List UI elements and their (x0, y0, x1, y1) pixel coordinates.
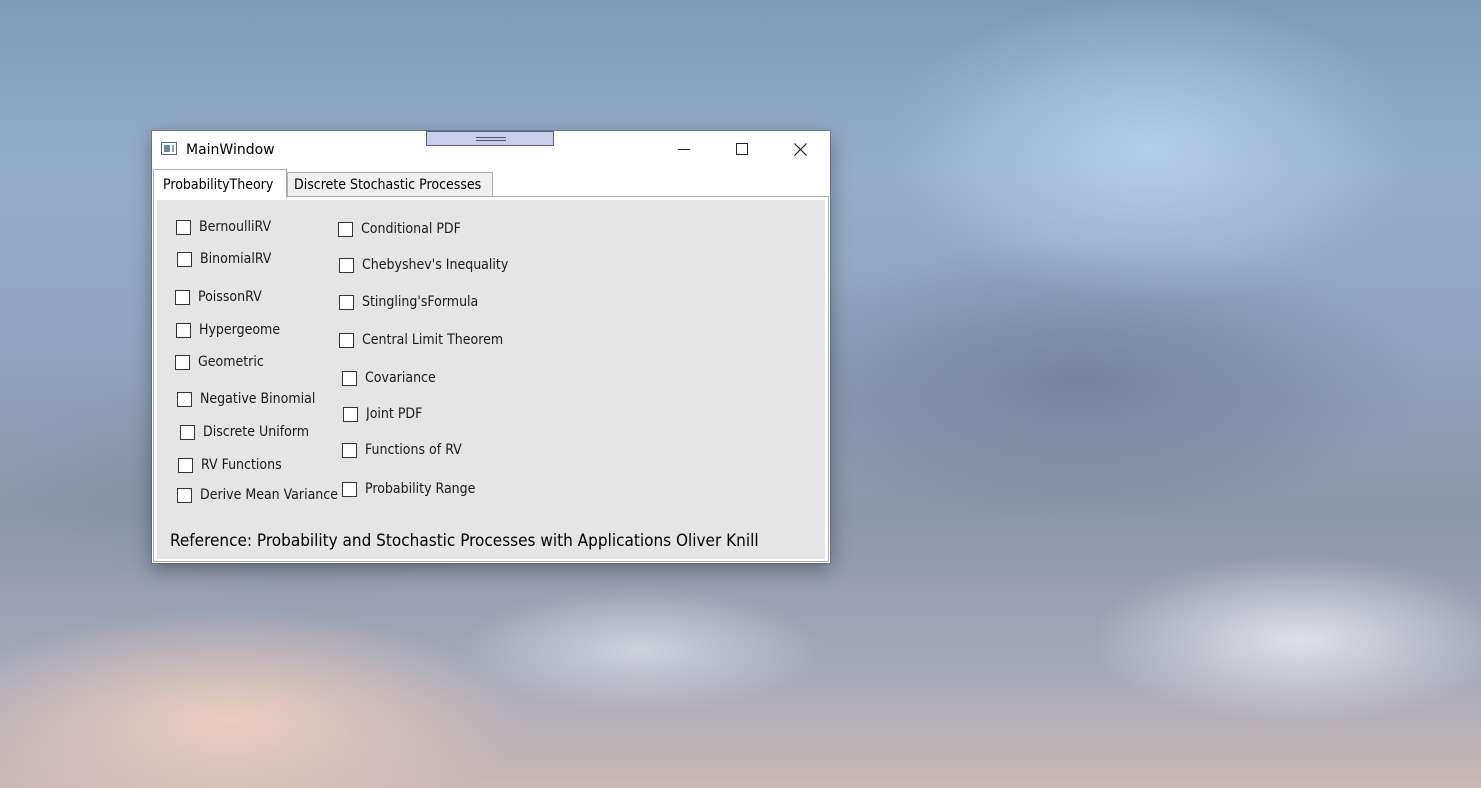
checkbox-box[interactable] (343, 406, 358, 422)
checkbox-probability-range[interactable]: Probability Range (342, 481, 475, 497)
close-icon (793, 142, 807, 156)
checkbox-label: Discrete Uniform (203, 424, 310, 440)
maximize-button[interactable] (719, 131, 765, 167)
checkbox-central-limit-theorem[interactable]: Central Limit Theorem (339, 332, 503, 348)
checkbox-hypergeometric[interactable]: Hypergeome (176, 322, 280, 338)
window-title: MainWindow (186, 142, 275, 158)
checkbox-functions-of-rv[interactable]: Functions of RV (342, 442, 462, 458)
checkbox-label: Covariance (365, 370, 436, 386)
checkbox-label: Central Limit Theorem (362, 332, 504, 348)
checkbox-chebyshev-inequality[interactable]: Chebyshev's Inequality (339, 257, 508, 273)
checkbox-box[interactable] (176, 219, 191, 235)
checkbox-label: Derive Mean Variance (200, 487, 338, 503)
checkbox-label: PoissonRV (198, 289, 262, 305)
checkbox-label: Hypergeome (199, 322, 281, 338)
checkbox-box[interactable] (338, 221, 353, 237)
checkbox-label: BernoulliRV (199, 219, 272, 235)
main-window: MainWindow ProbabilityTheory Discrete St… (152, 131, 830, 563)
minimize-button[interactable] (661, 131, 707, 167)
checkbox-box[interactable] (342, 442, 357, 458)
checkbox-box[interactable] (342, 481, 357, 497)
checkbox-box[interactable] (178, 457, 193, 473)
checkbox-conditional-pdf[interactable]: Conditional PDF (338, 221, 461, 237)
checkbox-box[interactable] (175, 289, 190, 305)
checkbox-label: BinomialRV (200, 251, 272, 267)
checkbox-label: RV Functions (201, 457, 282, 473)
close-button[interactable] (777, 131, 823, 167)
drag-handle[interactable] (426, 131, 554, 146)
checkbox-geometric[interactable]: Geometric (175, 354, 264, 370)
checkbox-label: Probability Range (365, 481, 476, 497)
app-window-icon (161, 142, 177, 155)
checkbox-rv-functions[interactable]: RV Functions (178, 457, 285, 473)
checkbox-label: Geometric (198, 354, 264, 370)
checkbox-covariance[interactable]: Covariance (342, 370, 436, 386)
checkbox-discrete-uniform[interactable]: Discrete Uniform (180, 424, 309, 440)
checkbox-negative-binomial[interactable]: Negative Binomial (177, 391, 315, 407)
reference-label: Reference: Probability and Stochastic Pr… (170, 531, 759, 551)
checkbox-derive-mean-variance[interactable]: Derive Mean Variance (177, 487, 343, 503)
checkbox-joint-pdf[interactable]: Joint PDF (343, 406, 422, 422)
tab-probability-theory[interactable]: ProbabilityTheory (153, 169, 287, 198)
checkbox-binomial-rv[interactable]: BinomialRV (177, 251, 271, 267)
checkbox-box[interactable] (339, 294, 354, 310)
checkbox-poisson-rv[interactable]: PoissonRV (175, 289, 262, 305)
grip-line (476, 137, 506, 138)
checkbox-label: Chebyshev's Inequality (362, 257, 509, 273)
checkbox-label: Conditional PDF (361, 221, 461, 237)
checkbox-label: Functions of RV (365, 442, 462, 458)
checkbox-box[interactable] (339, 332, 354, 348)
checkbox-box[interactable] (180, 424, 195, 440)
checkbox-box[interactable] (339, 257, 354, 273)
minimize-icon (678, 148, 690, 150)
grip-line (476, 140, 506, 141)
tab-panel: BernoulliRV BinomialRV PoissonRV Hyperge… (153, 196, 829, 562)
checkbox-box[interactable] (175, 354, 190, 370)
checkbox-box[interactable] (177, 391, 192, 407)
checkbox-box[interactable] (176, 322, 191, 338)
tab-strip: ProbabilityTheory Discrete Stochastic Pr… (152, 168, 830, 198)
checkbox-box[interactable] (177, 251, 192, 267)
checkbox-stirling-formula[interactable]: Stingling'sFormula (339, 294, 478, 310)
checkbox-label: Joint PDF (366, 406, 423, 422)
checkbox-box[interactable] (177, 487, 192, 503)
tab-discrete-stochastic-processes[interactable]: Discrete Stochastic Processes (287, 172, 493, 197)
tab-content: BernoulliRV BinomialRV PoissonRV Hyperge… (157, 200, 825, 559)
checkbox-label: Negative Binomial (200, 391, 316, 407)
maximize-icon (736, 143, 748, 155)
checkbox-bernoulli-rv[interactable]: BernoulliRV (176, 219, 271, 235)
checkbox-box[interactable] (342, 370, 357, 386)
checkbox-label: Stingling'sFormula (362, 294, 479, 310)
